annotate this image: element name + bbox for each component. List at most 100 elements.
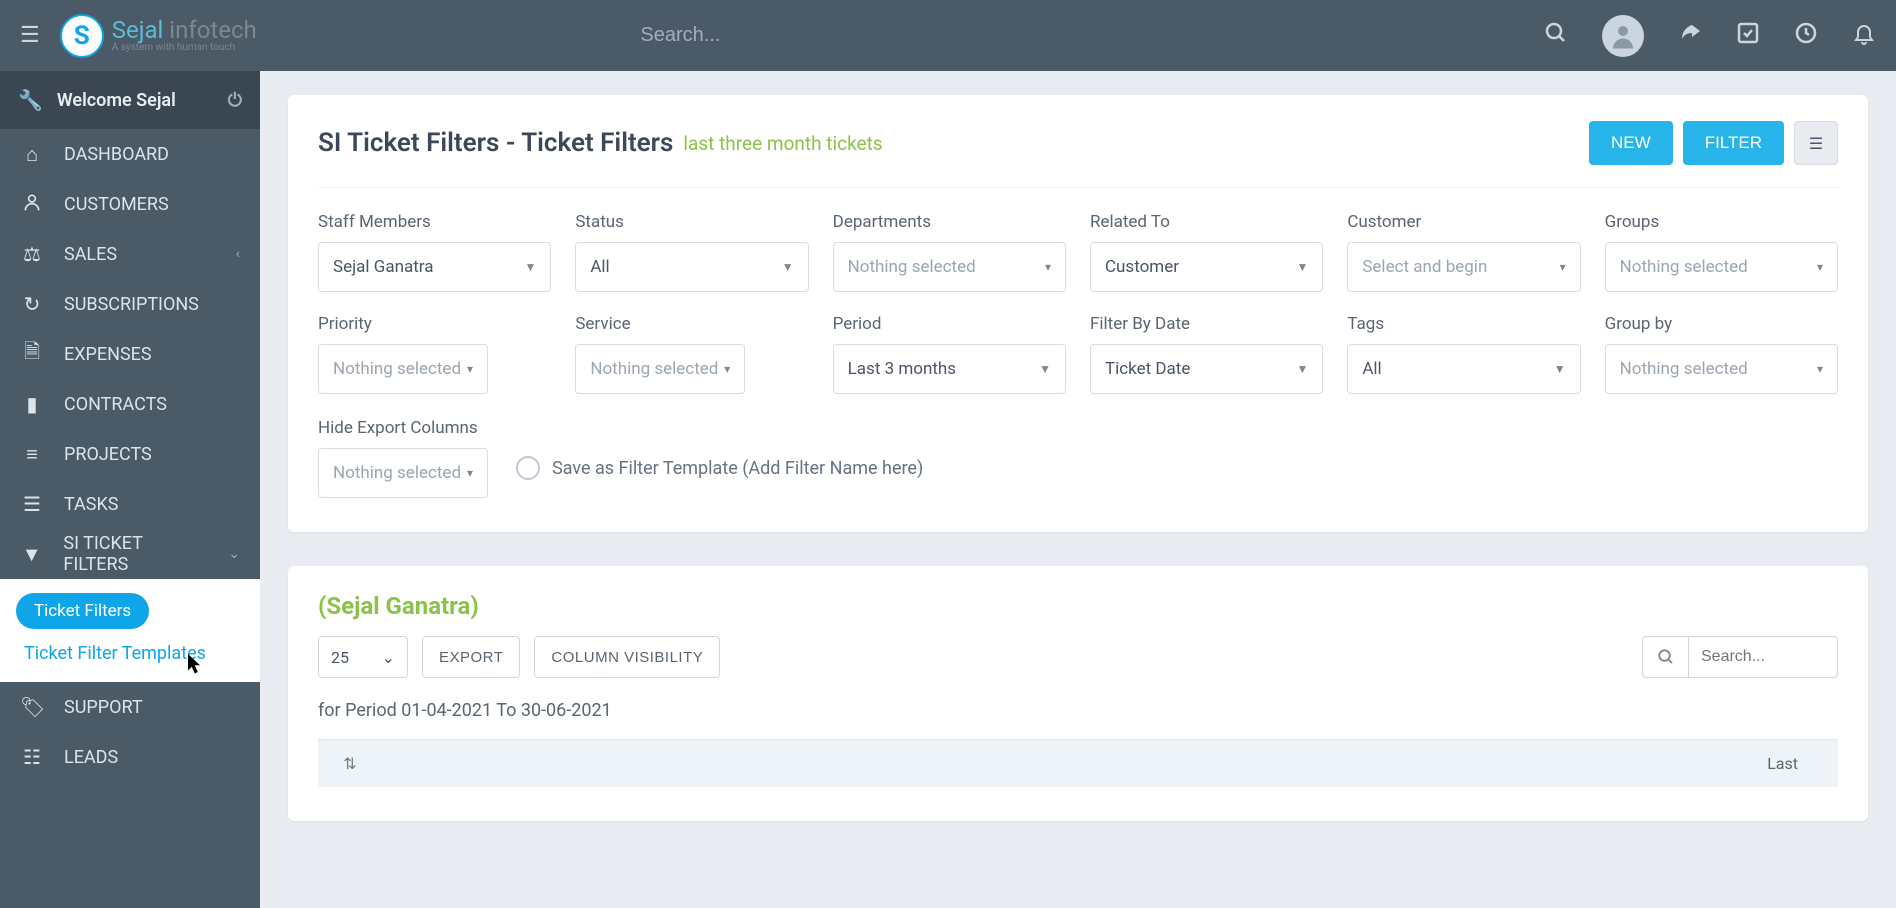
menu-toggle[interactable]: ☰	[20, 23, 40, 48]
list-icon: ☰	[20, 492, 44, 516]
select-period[interactable]: Last 3 months▼	[833, 344, 1066, 394]
caret-icon: ▼	[1296, 260, 1308, 274]
label-hide-cols: Hide Export Columns	[318, 418, 488, 438]
select-value: Nothing selected	[590, 359, 718, 379]
select-staff[interactable]: Sejal Ganatra▼	[318, 242, 551, 292]
results-title: (Sejal Ganatra)	[318, 592, 1838, 620]
sidebar: 🔧 Welcome Sejal ⏻ ⌂ DASHBOARD CUSTOMERS ⚖…	[0, 71, 260, 908]
caret-icon: ▾	[1817, 362, 1823, 376]
sidebar-item-expenses[interactable]: 🗎EXPENSES	[0, 329, 260, 379]
select-value: Nothing selected	[848, 257, 976, 277]
leads-icon: ☷	[20, 745, 44, 769]
select-related[interactable]: Customer ▼	[1090, 242, 1323, 292]
page-title: SI Ticket Filters - Ticket Filters	[318, 128, 673, 158]
search-icon[interactable]	[1544, 21, 1568, 51]
table-search-input[interactable]	[1688, 636, 1838, 678]
save-template-checkbox[interactable]	[516, 456, 540, 480]
select-value: All	[590, 257, 609, 277]
select-filter-by-date[interactable]: Ticket Date▼	[1090, 344, 1323, 394]
label-period: Period	[833, 314, 1066, 334]
sidebar-item-label: DASHBOARD	[64, 144, 169, 165]
sort-icon[interactable]: ⇅	[318, 754, 382, 773]
caret-icon: ▾	[1817, 260, 1823, 274]
caret-icon: ▼	[782, 260, 794, 274]
share-icon[interactable]	[1678, 21, 1702, 51]
select-group-by[interactable]: Nothing selected ▾	[1605, 344, 1838, 394]
sidebar-item-label: SI TICKET FILTERS	[63, 533, 208, 575]
sidebar-welcome: 🔧 Welcome Sejal ⏻	[0, 71, 260, 129]
page-size-select[interactable]: 25⌄	[318, 636, 408, 678]
select-value: All	[1362, 359, 1381, 379]
select-value: Nothing selected	[1620, 257, 1748, 277]
filter-button[interactable]: FILTER	[1683, 121, 1784, 165]
new-button[interactable]: NEW	[1589, 121, 1673, 165]
label-groups: Groups	[1605, 212, 1838, 232]
sidebar-item-tasks[interactable]: ☰ TASKS	[0, 479, 260, 529]
sidebar-item-contracts[interactable]: ▮CONTRACTS	[0, 379, 260, 429]
welcome-text: Welcome Sejal	[57, 90, 176, 111]
caret-icon: ▾	[724, 362, 730, 376]
sidebar-item-label: SUBSCRIPTIONS	[64, 294, 199, 315]
select-hide-cols[interactable]: Nothing selected▾	[318, 448, 488, 498]
logo-tagline: A system with human touch	[112, 43, 257, 54]
sidebar-item-leads[interactable]: ☷ LEADS	[0, 732, 260, 782]
sidebar-item-support[interactable]: 🏷SUPPORT	[0, 682, 260, 732]
sidebar-item-si-ticket-filters[interactable]: ▼SI TICKET FILTERS⌄	[0, 529, 260, 579]
label-priority: Priority	[318, 314, 551, 334]
select-status[interactable]: All ▼	[575, 242, 808, 292]
period-line: for Period 01-04-2021 To 30-06-2021	[318, 700, 1838, 721]
select-value: Customer	[1105, 257, 1179, 277]
sidebar-item-sales[interactable]: ⚖SALES‹	[0, 229, 260, 279]
sidebar-item-dashboard[interactable]: ⌂ DASHBOARD	[0, 129, 260, 179]
sidebar-item-projects[interactable]: ≡PROJECTS	[0, 429, 260, 479]
select-value: Sejal Ganatra	[333, 257, 433, 277]
table-search-button[interactable]	[1642, 636, 1688, 678]
sidebar-submenu: Ticket Filters Ticket Filter Templates	[0, 579, 260, 682]
logo-icon: S	[60, 14, 104, 58]
label-staff: Staff Members	[318, 212, 551, 232]
scale-icon: ⚖	[20, 242, 44, 266]
logo-text: Sejal infotech	[112, 18, 257, 43]
label-status: Status	[575, 212, 808, 232]
export-button[interactable]: EXPORT	[422, 636, 520, 678]
label-customer: Customer	[1347, 212, 1580, 232]
select-groups[interactable]: Nothing selected ▾	[1605, 242, 1838, 292]
select-customer[interactable]: Select and begin▾	[1347, 242, 1580, 292]
topbar: ☰ S Sejal infotech A system with human t…	[0, 0, 1896, 71]
bell-icon[interactable]	[1852, 21, 1876, 51]
sidebar-item-subscriptions[interactable]: ↻SUBSCRIPTIONS	[0, 279, 260, 329]
sidebar-sub-ticket-filters[interactable]: Ticket Filters	[16, 593, 149, 629]
list-view-button[interactable]: ☰	[1794, 121, 1838, 165]
select-departments[interactable]: Nothing selected ▾	[833, 242, 1066, 292]
results-card: (Sejal Ganatra) 25⌄ EXPORT COLUMN VISIBI…	[288, 566, 1868, 821]
label-group-by: Group by	[1605, 314, 1838, 334]
avatar[interactable]	[1602, 15, 1644, 57]
list-icon: ☰	[1809, 134, 1823, 153]
caret-icon: ▼	[1296, 362, 1308, 376]
caret-icon: ▾	[467, 362, 473, 376]
sidebar-item-customers[interactable]: CUSTOMERS	[0, 179, 260, 229]
global-search-input[interactable]	[640, 24, 1160, 47]
sidebar-item-label: LEADS	[64, 747, 118, 768]
column-visibility-button[interactable]: COLUMN VISIBILITY	[534, 636, 720, 678]
power-icon[interactable]: ⏻	[228, 90, 242, 111]
select-service[interactable]: Nothing selected ▾	[575, 344, 745, 394]
sidebar-sub-ticket-filter-templates[interactable]: Ticket Filter Templates	[16, 629, 244, 668]
select-value: Nothing selected	[1620, 359, 1748, 379]
select-tags[interactable]: All▼	[1347, 344, 1580, 394]
sidebar-item-label: PROJECTS	[64, 444, 152, 465]
check-icon[interactable]	[1736, 21, 1760, 51]
chevron-down-icon: ⌄	[382, 648, 395, 667]
caret-icon: ▾	[1045, 260, 1051, 274]
caret-icon: ▾	[467, 466, 473, 480]
select-priority[interactable]: Nothing selected▾	[318, 344, 488, 394]
save-template-label: Save as Filter Template (Add Filter Name…	[552, 458, 923, 479]
sidebar-item-label: EXPENSES	[64, 344, 152, 365]
divider	[318, 187, 1838, 188]
home-icon: ⌂	[20, 142, 44, 167]
main: SI Ticket Filters - Ticket Filters last …	[260, 71, 1896, 908]
logo[interactable]: S Sejal infotech A system with human tou…	[60, 14, 257, 58]
column-last[interactable]: Last	[1767, 754, 1798, 773]
clock-icon[interactable]	[1794, 21, 1818, 51]
sidebar-item-label: TASKS	[64, 494, 118, 515]
